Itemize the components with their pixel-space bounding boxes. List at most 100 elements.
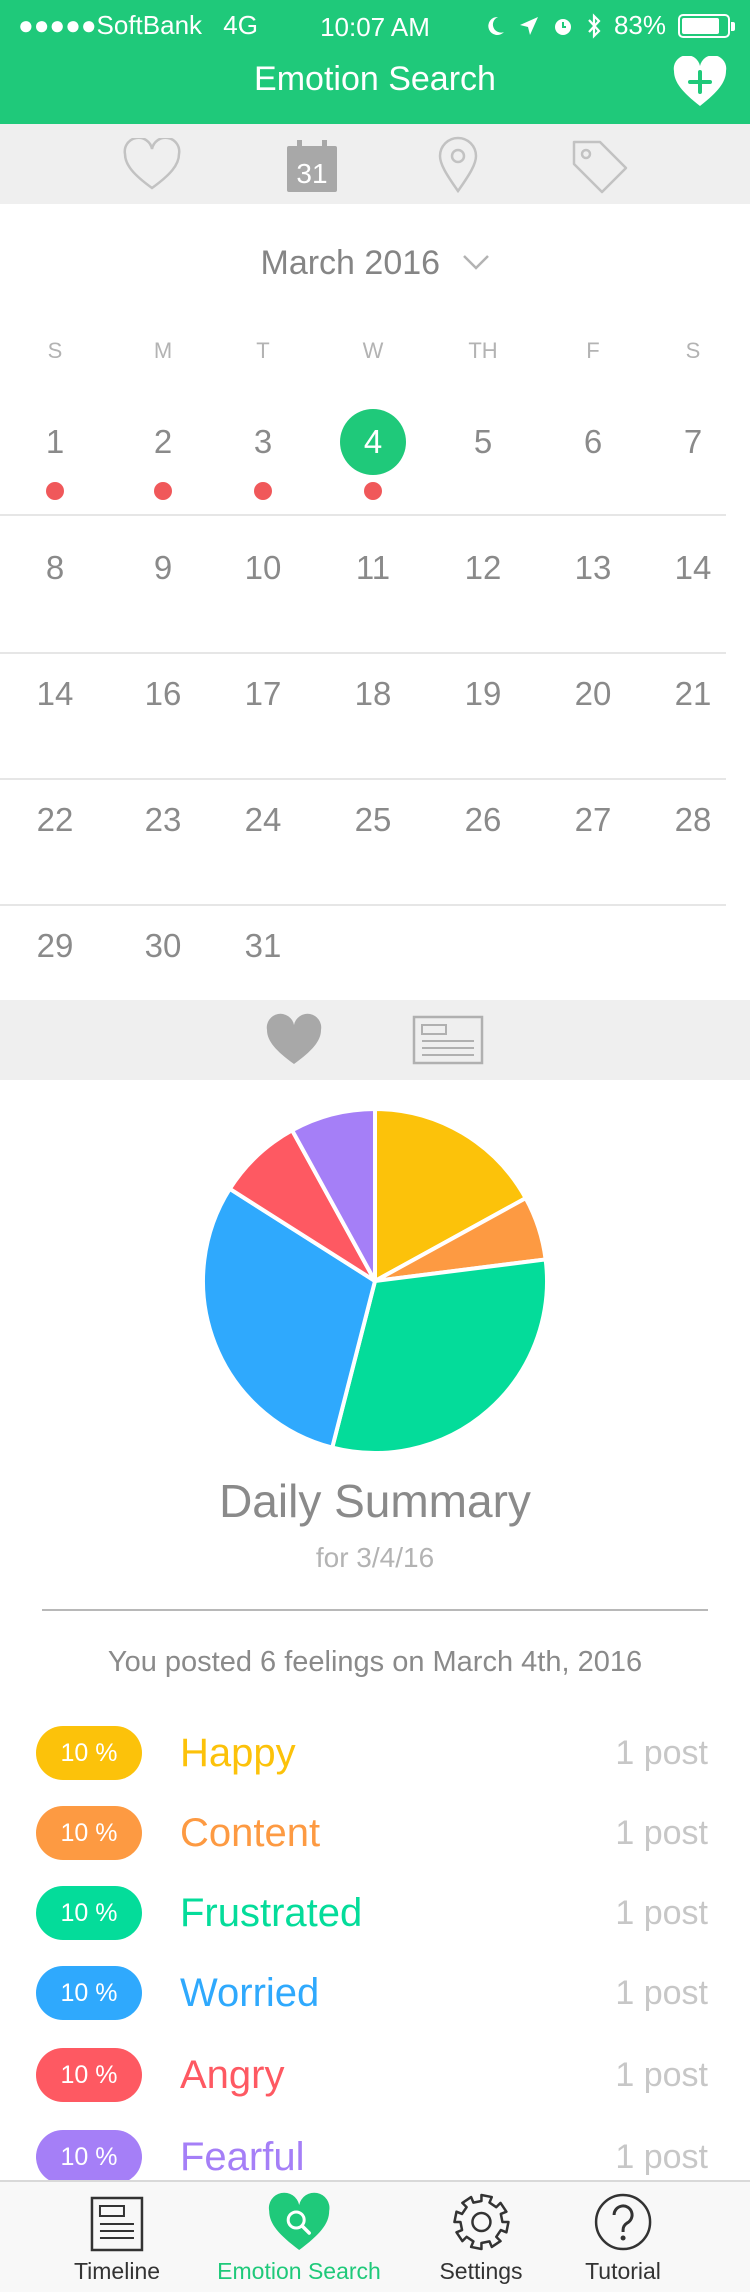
calendar-day[interactable]: 14 [653,528,733,608]
calendar-day[interactable]: 28 [653,780,733,860]
calendar-day[interactable]: 24 [223,780,303,860]
filter-tab-tag[interactable] [568,136,632,194]
emotion-post-count: 1 post [615,2138,708,2176]
gear-hub [470,2211,492,2233]
calendar-day[interactable]: 27 [553,780,633,860]
day-number: 12 [464,549,502,586]
day-number: 10 [244,549,282,586]
timeline-icon [90,2196,144,2252]
day-number: 31 [244,927,282,964]
calendar-day[interactable]: 12 [443,528,523,608]
weekday-label: S [685,338,701,363]
day-number: 2 [153,423,173,460]
calendar-day[interactable]: 11 [333,528,413,608]
day-number: 21 [674,675,712,712]
day-number: 17 [244,675,282,712]
day-number: 29 [36,927,74,964]
calendar-day[interactable]: 14 [15,654,95,734]
calendar-day[interactable]: 9 [123,528,203,608]
emotion-row-frustrated[interactable]: 10 % Frustrated 1 post [0,1882,750,1942]
weekday-header: S M T W TH F S [0,338,750,368]
calendar-day[interactable]: 7 [653,402,733,482]
emotion-row-content[interactable]: 10 % Content 1 post [0,1802,750,1862]
tab-tutorial[interactable]: Tutorial [585,2182,661,2292]
calendar-day[interactable]: 18 [333,654,413,734]
calendar-day[interactable]: 4 [333,402,413,500]
view-tab-summary[interactable] [262,1010,326,1070]
day-number: 6 [583,423,603,460]
calendar-day[interactable]: 13 [553,528,633,608]
emotion-name: Fearful [180,2135,305,2179]
emotion-name: Worried [180,1971,320,2015]
calendar-day[interactable]: 25 [333,780,413,860]
day-number: 11 [355,549,391,586]
post-indicator-dot [364,482,382,500]
calendar-day[interactable]: 10 [223,528,303,608]
emotion-row-worried[interactable]: 10 % Worried 1 post [0,1962,750,2022]
emotion-percent-badge: 10 % [36,2130,142,2184]
calendar-week-row: 14 16 17 18 19 20 21 [0,654,750,780]
calendar-day[interactable]: 17 [223,654,303,734]
page-title: Emotion Search [254,60,496,98]
day-number: 1 [45,423,65,460]
weekday-label: T [256,338,270,363]
chevron-down-icon [462,255,489,270]
tab-settings[interactable]: Settings [439,2182,523,2292]
filter-bar: 31 [0,124,750,204]
calendar-day[interactable]: 26 [443,780,523,860]
emotion-search-icon [268,2192,330,2250]
bluetooth-icon [588,12,601,39]
calendar-day[interactable]: 1 [15,402,95,500]
battery-percent: 83% [613,10,666,40]
calendar-day[interactable]: 19 [443,654,523,734]
filter-tab-calendar[interactable]: 31 [280,136,344,194]
calendar-day[interactable]: 31 [223,906,303,986]
posted-count-text: You posted 6 feelings on March 4th, 2016 [107,1646,643,1678]
emotion-name: Angry [180,2053,285,2097]
question-icon [594,2193,652,2251]
heart-outline-icon [123,138,181,190]
emotion-name: Happy [180,1731,296,1775]
weekday-label: TH [468,338,498,363]
calendar-day[interactable]: 21 [653,654,733,734]
emotion-row-angry[interactable]: 10 % Angry 1 post [0,2044,750,2104]
calendar-day[interactable]: 8 [15,528,95,608]
tab-emotion-search[interactable]: Emotion Search [217,2182,381,2292]
calendar-day[interactable]: 3 [223,402,303,500]
filter-tab-heart[interactable] [120,136,184,194]
calendar-day[interactable]: 5 [443,402,523,482]
emotion-row-fearful[interactable]: 10 % Fearful 1 post [0,2126,750,2186]
day-number: 13 [574,549,612,586]
tab-timeline[interactable]: Timeline [74,2182,160,2292]
emotion-percent-badge: 10 % [36,1726,142,1780]
emotion-percent-badge: 10 % [36,1966,142,2020]
day-number: 4 [363,423,383,460]
day-number: 14 [674,549,712,586]
tab-label: Settings [439,2258,523,2284]
calendar-day[interactable]: 16 [123,654,203,734]
calendar-day[interactable]: 20 [553,654,633,734]
calendar-day[interactable]: 6 [553,402,633,482]
emotion-name: Frustrated [180,1891,363,1935]
status-bar: ●●●●●SoftBank 4G 10:07 AM 83% [0,0,750,52]
tab-label: Tutorial [585,2258,661,2284]
location-arrow-icon [519,16,538,35]
emotion-post-count: 1 post [615,1734,708,1772]
post-indicator-dot [46,482,64,500]
calendar-day[interactable]: 30 [123,906,203,986]
filter-tab-location[interactable] [426,136,490,194]
day-number: 3 [253,423,273,460]
gear-outline [452,2193,510,2251]
calendar-day[interactable]: 29 [15,906,95,986]
add-feeling-button[interactable] [672,55,728,108]
view-tab-posts[interactable] [412,1010,484,1070]
calendar-day[interactable]: 22 [15,780,95,860]
emotion-row-happy[interactable]: 10 % Happy 1 post [0,1722,750,1782]
month-picker[interactable]: March 2016 [0,244,750,283]
bottom-tab-bar: Timeline Emotion Search Settings Tutoria… [0,2180,750,2292]
emotion-post-count: 1 post [615,1974,708,2012]
calendar-day[interactable]: 23 [123,780,203,860]
day-number: 18 [354,675,392,712]
emotion-percent-badge: 10 % [36,1886,142,1940]
calendar-day[interactable]: 2 [123,402,203,500]
